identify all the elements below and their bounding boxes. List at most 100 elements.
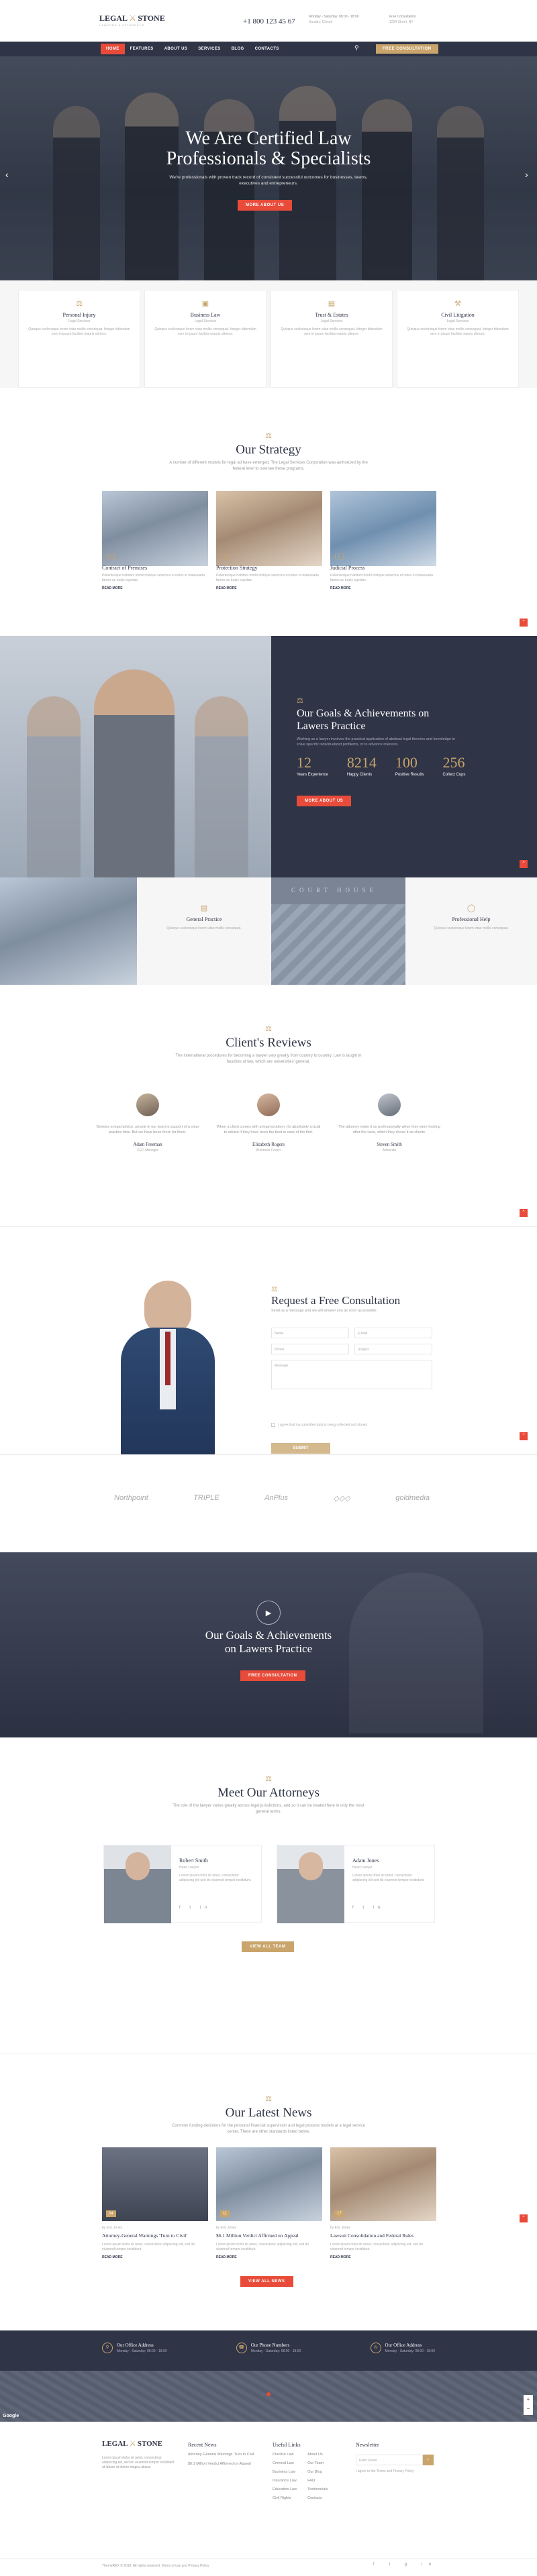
footer-link[interactable]: Criminal Law [273,2461,297,2465]
footer-link[interactable]: Insurance Law [273,2479,297,2483]
attorney-text: Lorem ipsum dolor sit amet, consectetur … [179,1874,252,1882]
review-role: Business Coach [256,1148,281,1152]
review-text: The attorney make it so professionally w… [338,1125,440,1134]
nav-item-about[interactable]: ABOUT US [159,44,193,54]
practice-card-business-law[interactable]: ▣ Business Law Legal Services Quisque sc… [144,290,266,388]
newsletter-submit-button[interactable]: › [423,2455,434,2465]
hero-slider: We Are Certified Law Professionals & Spe… [0,56,537,280]
subject-field[interactable]: Subject [354,1344,432,1354]
practice-card-trust-estates[interactable]: ▤ Trust & Estates Legal Services Quisque… [271,290,393,388]
practice-card-personal-injury[interactable]: ⚖ Personal Injury Legal Services Quisque… [18,290,140,388]
video-title-line2: on Lawers Practice [224,1642,313,1655]
newsletter-email-input[interactable]: Enter Email [356,2455,423,2465]
scroll-up-icon[interactable]: ⌃ [520,1209,528,1217]
main-nav: HOME FEATURES ABOUT US SERVICES BLOG CON… [0,42,537,56]
read-more-link[interactable]: READ MORE [330,2255,436,2259]
hero-more-button[interactable]: MORE ABOUT US [238,200,293,211]
scroll-up-icon[interactable]: ⌃ [520,860,528,868]
read-more-link[interactable]: READ MORE [102,586,208,590]
email-field[interactable]: E-mail [354,1328,432,1338]
news-desc: Common funding decisions for the persona… [172,2124,365,2134]
review-text: Besides a legal advice, people in our te… [96,1125,199,1134]
feature-image-courthouse: COURT HOUSE [271,877,405,985]
news-card[interactable]: 17 by Eric Jones Lawsuit Consolidation a… [330,2147,436,2259]
slider-next-arrow[interactable]: › [525,169,528,180]
read-more-link[interactable]: READ MORE [330,586,436,590]
map[interactable]: ● Google + − [0,2371,537,2422]
social-icons[interactable]: f t in [179,1906,211,1910]
review-card: The attorney make it so professionally w… [336,1093,443,1152]
partner-logo: ◇◇◇ [333,1495,350,1503]
footer-link[interactable]: Our Blog [307,2470,328,2474]
scroll-up-icon[interactable]: ⌃ [520,1432,528,1440]
attorney-card[interactable]: Robert Smith Head Lawyer Lorem ipsum dol… [103,1845,262,1923]
submit-button[interactable]: SUBMIT [271,1443,330,1454]
nav-item-home[interactable]: HOME [101,44,125,54]
review-name: Steven Smith [377,1142,402,1147]
attorney-card[interactable]: Adam Jones Head Lawyer Lorem ipsum dolor… [277,1845,435,1923]
footer-link[interactable]: Contacts [307,2496,328,2500]
read-more-link[interactable]: READ MORE [102,2255,208,2259]
nav-item-contacts[interactable]: CONTACTS [250,44,285,54]
read-more-link[interactable]: READ MORE [216,2255,322,2259]
name-field[interactable]: Name [271,1328,349,1338]
map-zoom-controls[interactable]: + − [524,2395,533,2415]
strategy-card[interactable]: 01 Contract of Premises Pellentesque hab… [102,491,208,590]
news-title[interactable]: Lawsuit Consolidation and Federal Rules [330,2233,436,2239]
scroll-up-icon[interactable]: ⌃ [520,2214,528,2222]
scroll-up-icon[interactable]: ⌃ [520,619,528,627]
practice-sub: Legal Services [320,319,343,323]
footer-news-link[interactable]: Attorney-General Warnings 'Turn to Civil… [188,2453,262,2457]
feature-text: Quisque scelerisque lorem vitae mollis c… [166,926,242,930]
footer-link[interactable]: FAQ [307,2479,328,2483]
section-emblem-icon: ⚖ [265,432,272,440]
feature-image-meeting [0,877,137,985]
goals-more-button[interactable]: MORE ABOUT US [297,796,352,806]
free-consultation-button[interactable]: FREE CONSULTATION [376,44,438,54]
read-more-link[interactable]: READ MORE [216,586,322,590]
consultation-section: ⚖ Request a Free Consultation Send us a … [0,1226,537,1455]
footer-link[interactable]: Education Law [273,2487,297,2491]
strategy-card-text: Pellentesque habitant morbi tristique se… [216,574,319,582]
view-all-news-button[interactable]: VIEW ALL NEWS [240,2276,293,2287]
goals-title: Our Goals & Achievements on Lawers Pract… [297,707,429,733]
logo[interactable]: LEGAL ⚔ STONE LAWYERS & ATTORNEYS [99,13,165,27]
practice-card-civil-litigation[interactable]: ⚒ Civil Litigation Legal Services Quisqu… [397,290,519,388]
header-phone[interactable]: +1 800 123 45 67 [243,17,295,25]
feature-card-professional-help[interactable]: ◯ Professional Help Quisque scelerisque … [405,904,537,931]
footer-link[interactable]: Practice Law [273,2453,297,2457]
footer-link[interactable]: Business Law [273,2470,297,2474]
strategy-card[interactable]: 03 Judicial Process Pellentesque habitan… [330,491,436,590]
footer-social-icons[interactable]: f t g in [373,2563,438,2567]
footer-link[interactable]: Civil Rights [273,2496,297,2500]
play-icon[interactable]: ▶ [256,1601,281,1625]
phone-field[interactable]: Phone [271,1344,349,1354]
view-team-button[interactable]: VIEW ALL TEAM [242,1941,294,1952]
footer-link[interactable]: About Us [307,2453,328,2457]
news-meta: by Eric Jones [216,2226,237,2230]
social-icons[interactable]: f t in [352,1906,384,1910]
news-card[interactable]: 11 by Eric Jones $6.1 Million Verdict Af… [216,2147,322,2259]
contact-text: Monday - Saturday: 08:00 - 18:00 [250,2349,301,2353]
video-consultation-button[interactable]: FREE CONSULTATION [240,1670,305,1681]
reviews-desc: The international procedures for becomin… [175,1054,362,1064]
news-title[interactable]: Attorney-General Warnings 'Turn to Civil… [102,2233,208,2239]
slider-prev-arrow[interactable]: ‹ [5,169,9,180]
nav-item-blog[interactable]: BLOG [226,44,250,54]
consent-checkbox[interactable]: I agree that my submitted data is being … [271,1423,368,1427]
news-title[interactable]: $6.1 Million Verdict Affirmed on Appeal [216,2233,322,2239]
message-field[interactable]: Message [271,1360,432,1389]
nav-item-features[interactable]: FEATURES [125,44,159,54]
footer-newsletter: Newsletter Enter Email › I agree to the … [356,2442,436,2473]
nav-item-services[interactable]: SERVICES [193,44,226,54]
footer-link[interactable]: Our Team [307,2461,328,2465]
footer-link[interactable]: Testimonials [307,2487,328,2491]
address-label: Free Consultation [389,15,416,19]
strategy-card[interactable]: 02 Protection Strategy Pellentesque habi… [216,491,322,590]
search-icon[interactable]: ⚲ [354,44,359,52]
footer-news-link[interactable]: $6.1 Million Verdict Affirmed on Appeal [188,2462,262,2467]
feature-card-general-practice[interactable]: ▤ General Practice Quisque scelerisque l… [137,904,271,931]
scale-icon: ⚖ [76,300,83,308]
news-card[interactable]: 04 by Eric Jones Attorney-General Warnin… [102,2147,208,2259]
logo-right: STONE [138,13,165,23]
